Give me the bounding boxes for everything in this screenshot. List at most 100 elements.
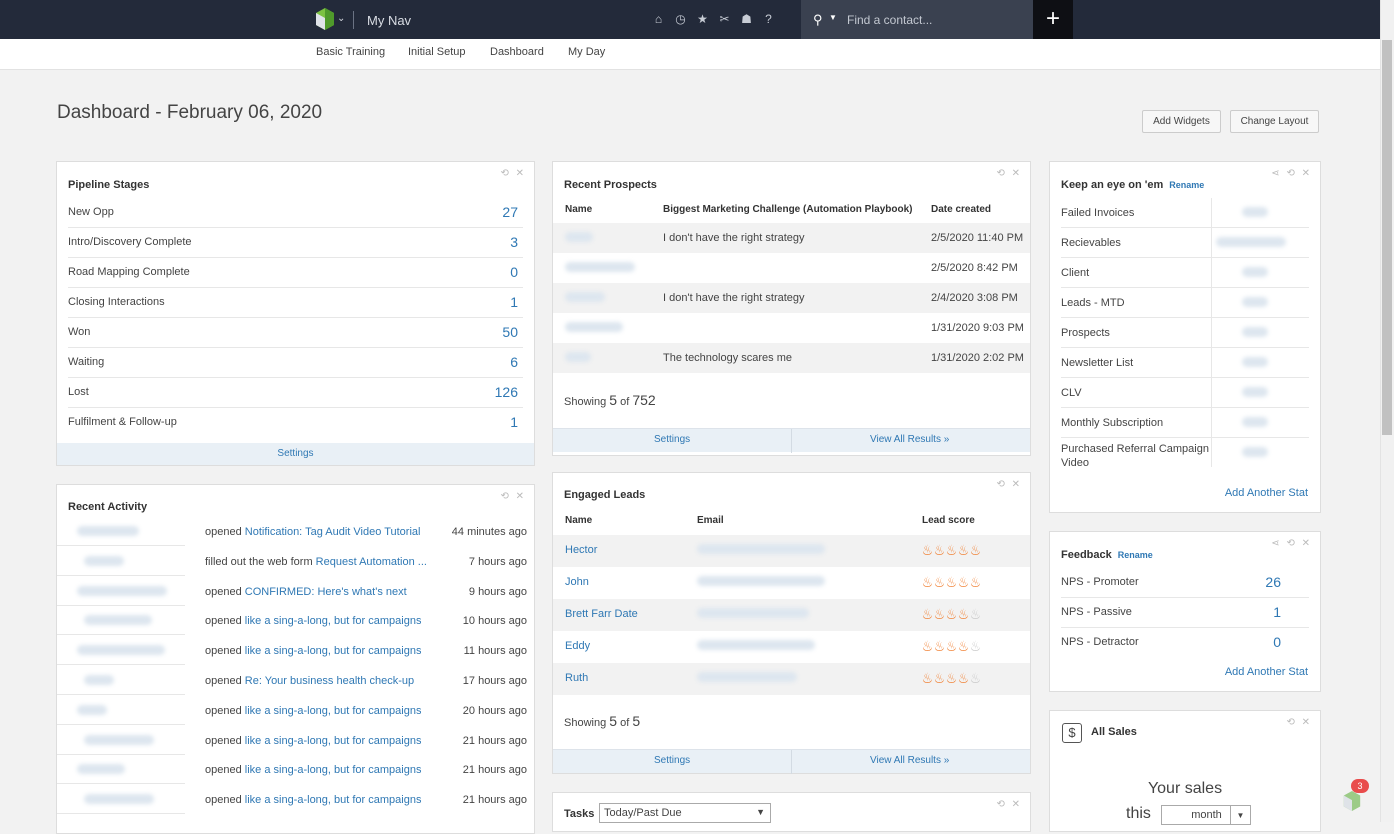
view-all-results-link[interactable]: View All Results » xyxy=(870,755,949,766)
prospect-name[interactable] xyxy=(565,322,623,332)
column-header[interactable]: Biggest Marketing Challenge (Automation … xyxy=(663,204,912,215)
add-another-stat-link[interactable]: Add Another Stat xyxy=(1225,666,1308,678)
lead-email[interactable] xyxy=(697,608,809,618)
prospect-name[interactable] xyxy=(565,232,593,242)
feedback-row[interactable]: NPS - Passive 1 xyxy=(1061,598,1309,628)
feedback-row[interactable]: NPS - Promoter 26 xyxy=(1061,568,1309,598)
settings-link[interactable]: Settings xyxy=(654,755,690,766)
contact-name[interactable] xyxy=(77,704,107,715)
table-row[interactable]: 1/31/2020 9:03 PM xyxy=(553,313,1030,343)
stat-row[interactable]: Newsletter List xyxy=(1061,348,1309,378)
lead-name[interactable]: Hector xyxy=(565,544,597,556)
stat-row[interactable]: Recievables xyxy=(1061,228,1309,258)
clock-icon[interactable]: ◷ xyxy=(673,12,688,27)
contact-name-cell[interactable] xyxy=(57,696,185,725)
stat-value[interactable] xyxy=(1211,348,1309,377)
contact-name[interactable] xyxy=(84,615,152,626)
lead-name[interactable]: Ruth xyxy=(565,672,588,684)
stage-count[interactable]: 50 xyxy=(502,324,518,340)
rename-link[interactable]: Rename xyxy=(1118,550,1153,560)
contact-name[interactable] xyxy=(84,555,124,566)
stage-count[interactable]: 1 xyxy=(510,294,518,310)
home-icon[interactable]: ⌂ xyxy=(651,12,666,27)
contact-name-cell[interactable] xyxy=(57,666,185,695)
stat-value[interactable] xyxy=(1211,318,1309,347)
subnav-my-day[interactable]: My Day xyxy=(568,46,605,58)
lead-name[interactable]: John xyxy=(565,576,589,588)
table-row[interactable]: Hector ♨ ♨ ♨ ♨ ♨ xyxy=(553,535,1030,567)
subnav-basic-training[interactable]: Basic Training xyxy=(316,46,385,58)
app-logo-icon[interactable] xyxy=(316,8,334,30)
pipeline-stage-row[interactable]: Intro/Discovery Complete 3 xyxy=(68,228,523,258)
pipeline-stage-row[interactable]: Waiting 6 xyxy=(68,348,523,378)
stat-value[interactable] xyxy=(1211,438,1309,467)
search-caret-icon[interactable]: ▼ xyxy=(829,13,837,22)
stat-row[interactable]: Monthly Subscription xyxy=(1061,408,1309,438)
table-row[interactable]: Brett Farr Date ♨ ♨ ♨ ♨ ♨ xyxy=(553,599,1030,631)
search-input[interactable] xyxy=(847,11,1027,29)
stat-row[interactable]: Prospects xyxy=(1061,318,1309,348)
person-icon[interactable]: ☗ xyxy=(739,12,754,27)
view-all-results-link[interactable]: View All Results » xyxy=(870,434,949,445)
stage-count[interactable]: 27 xyxy=(502,204,518,220)
contact-name[interactable] xyxy=(77,585,167,596)
prospect-name[interactable] xyxy=(565,352,591,362)
scrollbar-thumb[interactable] xyxy=(1382,40,1392,435)
activity-link[interactable]: Request Automation ... xyxy=(316,556,427,568)
add-button[interactable]: + xyxy=(1033,0,1073,39)
widget-controls-icon[interactable]: ⟲ ✕ xyxy=(500,168,526,179)
stat-value[interactable] xyxy=(1211,228,1309,257)
pipeline-stage-row[interactable]: Fulfilment & Follow-up 1 xyxy=(68,408,523,438)
add-another-stat-link[interactable]: Add Another Stat xyxy=(1225,487,1308,499)
widget-controls-icon[interactable]: ⟲ ✕ xyxy=(996,799,1022,810)
widget-controls-icon[interactable]: ⋖ ⟲ ✕ xyxy=(1271,168,1312,179)
tools-icon[interactable]: ✂ xyxy=(717,12,732,27)
feedback-count[interactable]: 1 xyxy=(1273,604,1281,620)
stat-value[interactable] xyxy=(1211,288,1309,317)
contact-name[interactable] xyxy=(77,645,165,656)
stat-value[interactable] xyxy=(1211,408,1309,437)
activity-link[interactable]: like a sing-a-long, but for campaigns xyxy=(245,764,422,776)
tasks-filter-select[interactable]: Today/Past Due ▼ xyxy=(599,803,771,823)
contact-name-cell[interactable] xyxy=(57,726,185,755)
feedback-count[interactable]: 26 xyxy=(1265,574,1281,590)
contact-name-cell[interactable] xyxy=(57,785,185,815)
table-row[interactable]: 2/5/2020 8:42 PM xyxy=(553,253,1030,283)
pipeline-stage-row[interactable]: Closing Interactions 1 xyxy=(68,288,523,318)
widget-controls-icon[interactable]: ⟲ ✕ xyxy=(500,491,526,502)
notification-widget[interactable]: 3 xyxy=(1340,779,1376,815)
subnav-dashboard[interactable]: Dashboard xyxy=(490,46,544,58)
pipeline-stage-row[interactable]: Won 50 xyxy=(68,318,523,348)
activity-link[interactable]: CONFIRMED: Here's what's next xyxy=(245,586,407,598)
activity-link[interactable]: like a sing-a-long, but for campaigns xyxy=(245,615,422,627)
pipeline-stage-row[interactable]: Road Mapping Complete 0 xyxy=(68,258,523,288)
stage-count[interactable]: 126 xyxy=(495,384,518,400)
stat-row[interactable]: Client xyxy=(1061,258,1309,288)
activity-link[interactable]: like a sing-a-long, but for campaigns xyxy=(245,645,422,657)
add-widgets-button[interactable]: Add Widgets xyxy=(1142,110,1221,133)
stage-count[interactable]: 6 xyxy=(510,354,518,370)
settings-link[interactable]: Settings xyxy=(654,434,690,445)
star-icon[interactable]: ★ xyxy=(695,12,710,27)
table-row[interactable]: I don't have the right strategy 2/4/2020 … xyxy=(553,283,1030,313)
search-icon[interactable]: ⚲ xyxy=(813,12,823,28)
rename-link[interactable]: Rename xyxy=(1169,180,1204,190)
widget-controls-icon[interactable]: ⟲ ✕ xyxy=(996,168,1022,179)
table-row[interactable]: Eddy ♨ ♨ ♨ ♨ ♨ xyxy=(553,631,1030,663)
contact-name[interactable] xyxy=(77,764,125,775)
activity-link[interactable]: Notification: Tag Audit Video Tutorial xyxy=(245,526,421,538)
contact-name[interactable] xyxy=(84,794,154,805)
stage-count[interactable]: 3 xyxy=(510,234,518,250)
table-row[interactable]: Ruth ♨ ♨ ♨ ♨ ♨ xyxy=(553,663,1030,695)
lead-name[interactable]: Eddy xyxy=(565,640,590,652)
stat-row[interactable]: Purchased Referral Campaign Video xyxy=(1061,438,1309,476)
pipeline-stage-row[interactable]: New Opp 27 xyxy=(68,198,523,228)
contact-name-cell[interactable] xyxy=(57,636,185,666)
stat-row[interactable]: Leads - MTD xyxy=(1061,288,1309,318)
contact-name[interactable] xyxy=(84,734,154,745)
lead-email[interactable] xyxy=(697,544,825,554)
activity-link[interactable]: like a sing-a-long, but for campaigns xyxy=(245,705,422,717)
column-header[interactable]: Email xyxy=(697,515,724,526)
stat-row[interactable]: CLV xyxy=(1061,378,1309,408)
settings-link[interactable]: Settings xyxy=(57,443,534,465)
